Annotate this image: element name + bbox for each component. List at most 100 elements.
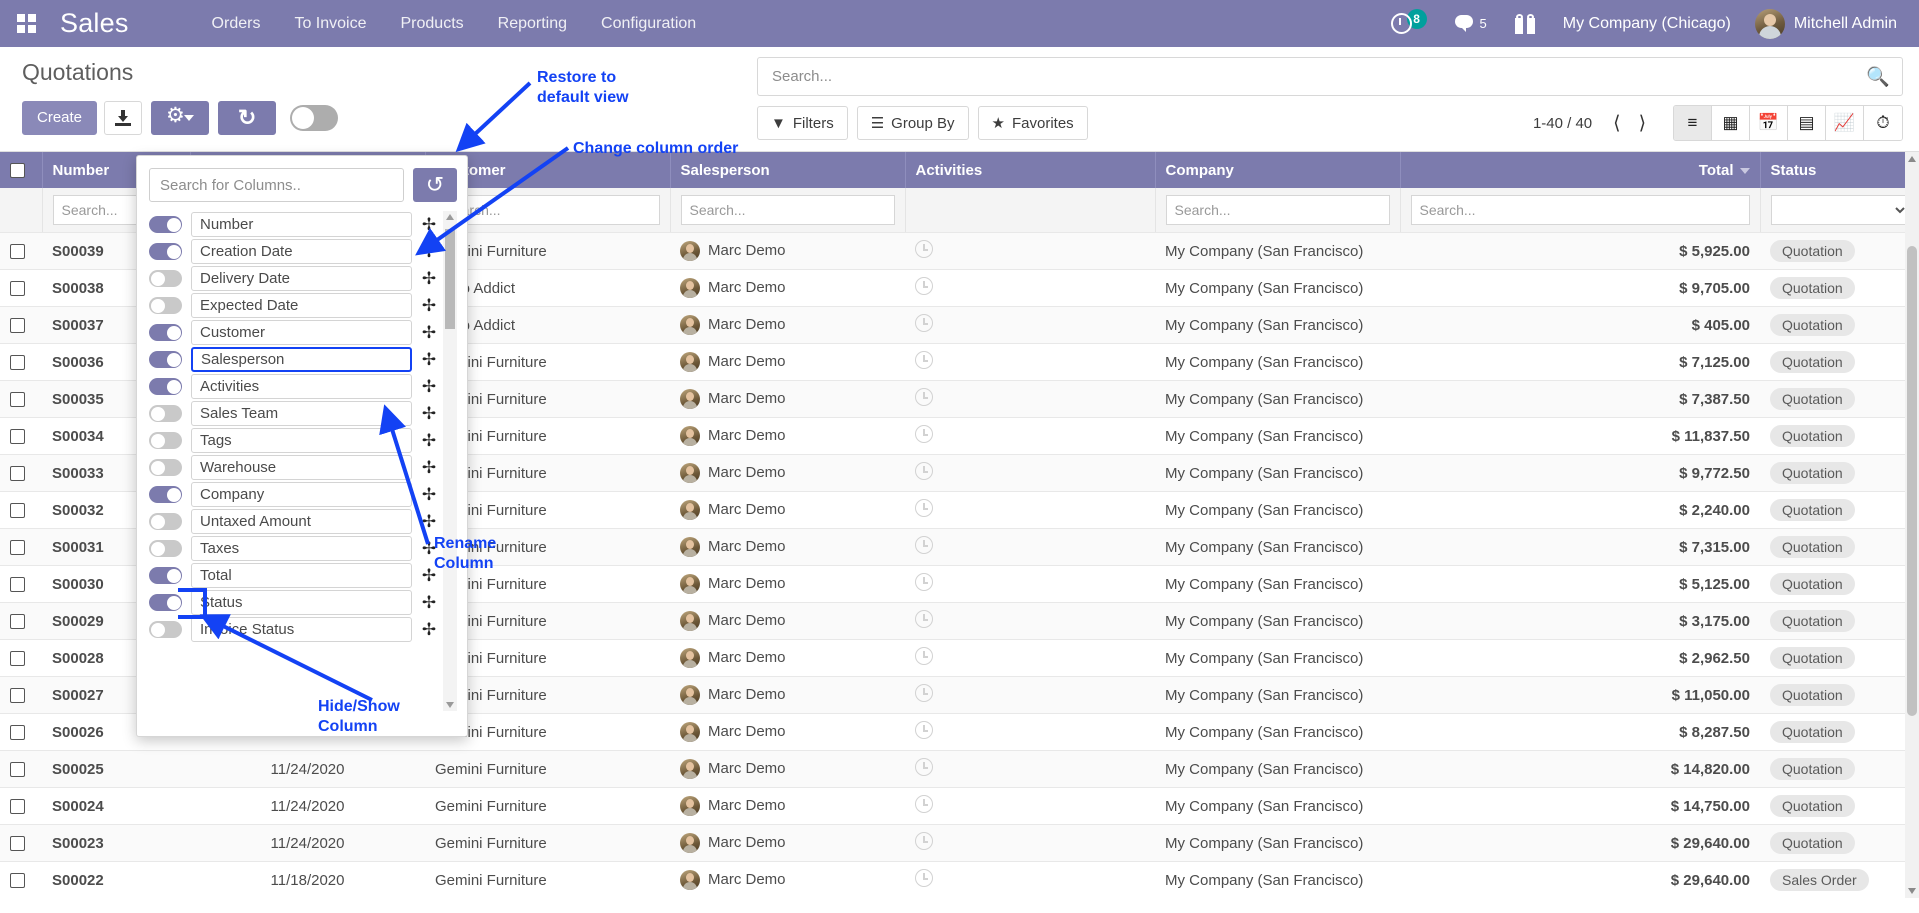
row-select-cell[interactable] — [0, 751, 42, 788]
row-select-cell[interactable] — [0, 714, 42, 751]
search-input[interactable] — [770, 67, 1866, 86]
row-checkbox[interactable] — [10, 762, 25, 777]
row-select-cell[interactable] — [0, 344, 42, 381]
column-visibility-toggle[interactable] — [149, 216, 182, 233]
row-select-cell[interactable] — [0, 862, 42, 899]
kanban-view-button[interactable]: ▦ — [1712, 106, 1750, 140]
row-checkbox[interactable] — [10, 244, 25, 259]
row-checkbox[interactable] — [10, 281, 25, 296]
row-checkbox[interactable] — [10, 318, 25, 333]
activity-clock-icon[interactable] — [915, 832, 933, 850]
calendar-view-button[interactable]: 📅 — [1750, 106, 1788, 140]
row-checkbox[interactable] — [10, 873, 25, 888]
row-select-cell[interactable] — [0, 307, 42, 344]
column-visibility-toggle[interactable] — [149, 486, 182, 503]
row-select-cell[interactable] — [0, 640, 42, 677]
column-rename-input[interactable] — [191, 563, 412, 588]
row-checkbox[interactable] — [10, 355, 25, 370]
select-all-checkbox[interactable] — [10, 163, 25, 178]
column-visibility-toggle[interactable] — [149, 567, 182, 584]
search-icon[interactable]: 🔍 — [1866, 65, 1890, 89]
search-bar[interactable]: 🔍 — [757, 57, 1903, 96]
row-checkbox[interactable] — [10, 614, 25, 629]
column-rename-input[interactable] — [191, 536, 412, 561]
drag-handle-icon[interactable]: ✢ — [421, 324, 437, 341]
activity-clock-icon[interactable] — [915, 240, 933, 258]
group-by-button[interactable]: ☰ Group By — [857, 106, 969, 140]
activity-clock-icon[interactable] — [915, 388, 933, 406]
scrollbar-thumb[interactable] — [1907, 246, 1917, 716]
apps-menu-button[interactable] — [0, 0, 52, 47]
activity-clock-icon[interactable] — [915, 869, 933, 887]
cell-activities[interactable] — [905, 344, 1155, 381]
row-checkbox[interactable] — [10, 577, 25, 592]
drag-handle-icon[interactable]: ✢ — [421, 459, 437, 476]
drag-handle-icon[interactable]: ✢ — [421, 378, 437, 395]
export-button[interactable] — [104, 101, 142, 135]
drag-handle-icon[interactable]: ✢ — [421, 594, 437, 611]
search-cell-salesperson[interactable] — [670, 188, 905, 233]
menu-item-products[interactable]: Products — [384, 2, 481, 46]
table-row[interactable]: S0002211/18/2020Gemini FurnitureMarc Dem… — [0, 862, 1919, 899]
drag-handle-icon[interactable]: ✢ — [421, 486, 437, 503]
row-checkbox[interactable] — [10, 688, 25, 703]
column-visibility-toggle[interactable] — [149, 243, 182, 260]
cell-activities[interactable] — [905, 714, 1155, 751]
scroll-up-icon[interactable] — [446, 214, 454, 220]
favorites-button[interactable]: ★ Favorites — [978, 106, 1088, 140]
row-select-cell[interactable] — [0, 455, 42, 492]
row-select-cell[interactable] — [0, 233, 42, 270]
column-visibility-toggle[interactable] — [149, 351, 182, 368]
cell-activities[interactable] — [905, 788, 1155, 825]
cell-activities[interactable] — [905, 566, 1155, 603]
column-rename-input[interactable] — [191, 590, 412, 615]
column-rename-input[interactable] — [191, 401, 412, 426]
gift-menu-button[interactable] — [1501, 14, 1549, 34]
activity-clock-icon[interactable] — [915, 314, 933, 332]
column-rename-input[interactable] — [191, 320, 412, 345]
drag-handle-icon[interactable]: ✢ — [421, 405, 437, 422]
row-checkbox[interactable] — [10, 799, 25, 814]
cell-activities[interactable] — [905, 492, 1155, 529]
activity-clock-icon[interactable] — [915, 499, 933, 517]
user-menu-button[interactable]: Mitchell Admin — [1745, 9, 1903, 39]
drag-handle-icon[interactable]: ✢ — [421, 270, 437, 287]
column-visibility-toggle[interactable] — [149, 513, 182, 530]
row-select-cell[interactable] — [0, 418, 42, 455]
column-rename-input[interactable] — [191, 347, 412, 372]
row-select-cell[interactable] — [0, 270, 42, 307]
column-visibility-toggle[interactable] — [149, 324, 182, 341]
pager-prev-button[interactable]: ⟨ — [1606, 112, 1627, 135]
cell-activities[interactable] — [905, 381, 1155, 418]
menu-item-reporting[interactable]: Reporting — [481, 2, 584, 46]
activity-clock-icon[interactable] — [915, 536, 933, 554]
search-cell-company[interactable] — [1155, 188, 1400, 233]
drag-handle-icon[interactable]: ✢ — [421, 621, 437, 638]
column-visibility-toggle[interactable] — [149, 270, 182, 287]
column-rename-input[interactable] — [191, 617, 412, 642]
column-rename-input[interactable] — [191, 509, 412, 534]
graph-view-button[interactable]: 📈 — [1826, 106, 1864, 140]
cell-activities[interactable] — [905, 418, 1155, 455]
column-rename-input[interactable] — [191, 428, 412, 453]
column-visibility-toggle[interactable] — [149, 594, 182, 611]
drag-handle-icon[interactable]: ✢ — [421, 297, 437, 314]
refresh-button[interactable] — [218, 101, 276, 135]
search-cell-status[interactable] — [1760, 188, 1919, 233]
activity-clock-icon[interactable] — [915, 610, 933, 628]
view-mode-toggle[interactable] — [290, 105, 338, 131]
column-search-input[interactable] — [149, 168, 404, 202]
column-visibility-toggle[interactable] — [149, 378, 182, 395]
column-rename-input[interactable] — [191, 482, 412, 507]
row-checkbox[interactable] — [10, 725, 25, 740]
column-visibility-toggle[interactable] — [149, 459, 182, 476]
scroll-up-icon[interactable] — [1908, 156, 1916, 162]
column-rename-input[interactable] — [191, 212, 412, 237]
drag-handle-icon[interactable]: ✢ — [421, 351, 437, 368]
filter-company-input[interactable] — [1166, 195, 1390, 225]
company-switcher[interactable]: My Company (Chicago) — [1549, 15, 1745, 33]
table-row[interactable]: S0002311/24/2020Gemini FurnitureMarc Dem… — [0, 825, 1919, 862]
activity-clock-icon[interactable] — [915, 425, 933, 443]
column-header-total[interactable]: Total — [1400, 152, 1760, 188]
filter-customer-input[interactable] — [436, 195, 660, 225]
